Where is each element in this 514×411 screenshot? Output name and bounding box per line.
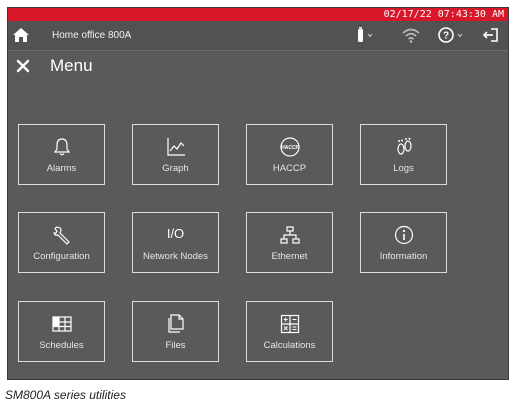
tile-label: Alarms [46, 163, 77, 174]
tile-label: Configuration [33, 251, 90, 262]
schedule-grid-icon [52, 316, 72, 332]
tile-label: Calculations [263, 340, 316, 351]
top-bar: Home office 800A ? [8, 21, 508, 51]
tile-label: Network Nodes [143, 251, 208, 262]
figure-caption: SM800A series utilities [5, 388, 126, 402]
tile-label: Information [379, 251, 428, 262]
datetime: 02/17/22 07:43:30 AM [383, 9, 504, 20]
wrench-icon [53, 226, 70, 245]
haccp-icon: HACCP [280, 137, 300, 157]
files-icon [168, 314, 184, 333]
usb-drive-icon[interactable] [353, 26, 375, 44]
menu-tile-haccp[interactable]: HACCP HACCP [246, 124, 333, 185]
tile-label: Graph [162, 163, 189, 174]
tile-label: Logs [393, 163, 414, 174]
home-icon[interactable] [12, 26, 30, 44]
footprints-icon [397, 137, 412, 155]
io-icon: I/O [166, 226, 185, 241]
tile-label: Ethernet [271, 251, 308, 262]
menu-tile-schedules[interactable]: Schedules [18, 301, 105, 362]
svg-text:?: ? [443, 31, 449, 42]
calculator-icon [280, 314, 300, 334]
menu-tile-graph[interactable]: Graph [132, 124, 219, 185]
menu-tile-information[interactable]: Information [360, 212, 447, 273]
bell-icon [53, 138, 71, 156]
menu-tile-alarms[interactable]: Alarms [18, 124, 105, 185]
logout-icon[interactable] [482, 26, 500, 44]
tile-label: HACCP [272, 163, 307, 174]
device-name: Home office 800A [52, 30, 132, 41]
page-title: Menu [50, 56, 93, 75]
info-icon [394, 225, 414, 245]
wifi-icon[interactable] [400, 26, 422, 44]
menu-tile-files[interactable]: Files [132, 301, 219, 362]
close-icon[interactable] [16, 59, 30, 73]
network-icon [280, 226, 300, 244]
menu-tile-ethernet[interactable]: Ethernet [246, 212, 333, 273]
menu-tile-logs[interactable]: Logs [360, 124, 447, 185]
help-icon[interactable]: ? [437, 26, 467, 44]
device-screen: 02/17/22 07:43:30 AM Home office 800A ? [7, 7, 509, 380]
menu-tile-network-nodes[interactable]: I/O Network Nodes [132, 212, 219, 273]
menu-tile-configuration[interactable]: Configuration [18, 212, 105, 273]
status-bar: 02/17/22 07:43:30 AM [8, 8, 508, 21]
haccp-icon-text: HACCP [281, 145, 299, 151]
graph-icon [167, 138, 185, 156]
menu-tile-calculations[interactable]: Calculations [246, 301, 333, 362]
menu-header: Menu [8, 51, 508, 81]
tile-label: Files [165, 340, 186, 351]
tile-label: Schedules [39, 340, 84, 351]
